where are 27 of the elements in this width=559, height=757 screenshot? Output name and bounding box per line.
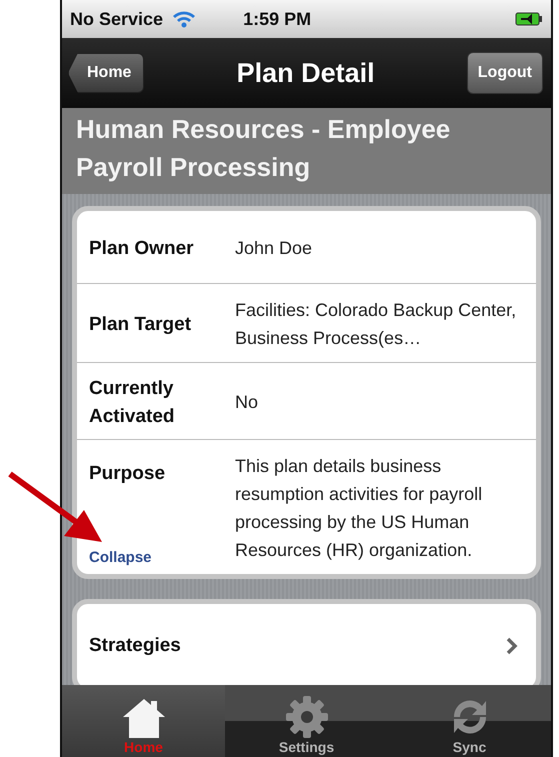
- settings-icon: [284, 695, 328, 739]
- field-value: John Doe: [234, 237, 314, 260]
- tab-label: Settings: [278, 739, 334, 755]
- carrier-label: No Service: [70, 8, 164, 30]
- field-value: No: [234, 391, 260, 414]
- section-row[interactable]: Strategies: [72, 599, 541, 685]
- wifi-icon: [171, 9, 198, 29]
- field-value: Facilities: Colorado Backup Center, Business Process(es…: [234, 299, 518, 350]
- plan-title: Human Resources - Employee Payroll Processing: [76, 113, 452, 184]
- logout-button[interactable]: Logout: [466, 52, 543, 94]
- field-value: This plan details business resumption activities for payroll processing by the US Human Resources (HR) organization.: [234, 455, 484, 562]
- chevron-icon: [506, 637, 518, 655]
- tab-item[interactable]: Sync: [388, 685, 551, 757]
- clock-time: 1:59 PM: [243, 8, 312, 30]
- section-label: Strategies: [89, 634, 181, 658]
- back-button[interactable]: Home: [68, 53, 144, 93]
- field-label: Currently Activated: [89, 377, 176, 429]
- field-label: Plan Owner: [89, 237, 195, 261]
- tab-item[interactable]: Settings: [225, 685, 388, 757]
- collapse-link[interactable]: Collapse: [89, 549, 152, 566]
- field-label: Purpose: [89, 462, 166, 486]
- tab-label: Sync: [452, 739, 486, 755]
- screen-title: Plan Detail: [236, 58, 375, 88]
- tab-label: Home: [124, 739, 163, 755]
- battery-icon: [515, 12, 543, 26]
- house-icon: [120, 697, 166, 739]
- field-label: Plan Target: [89, 313, 192, 337]
